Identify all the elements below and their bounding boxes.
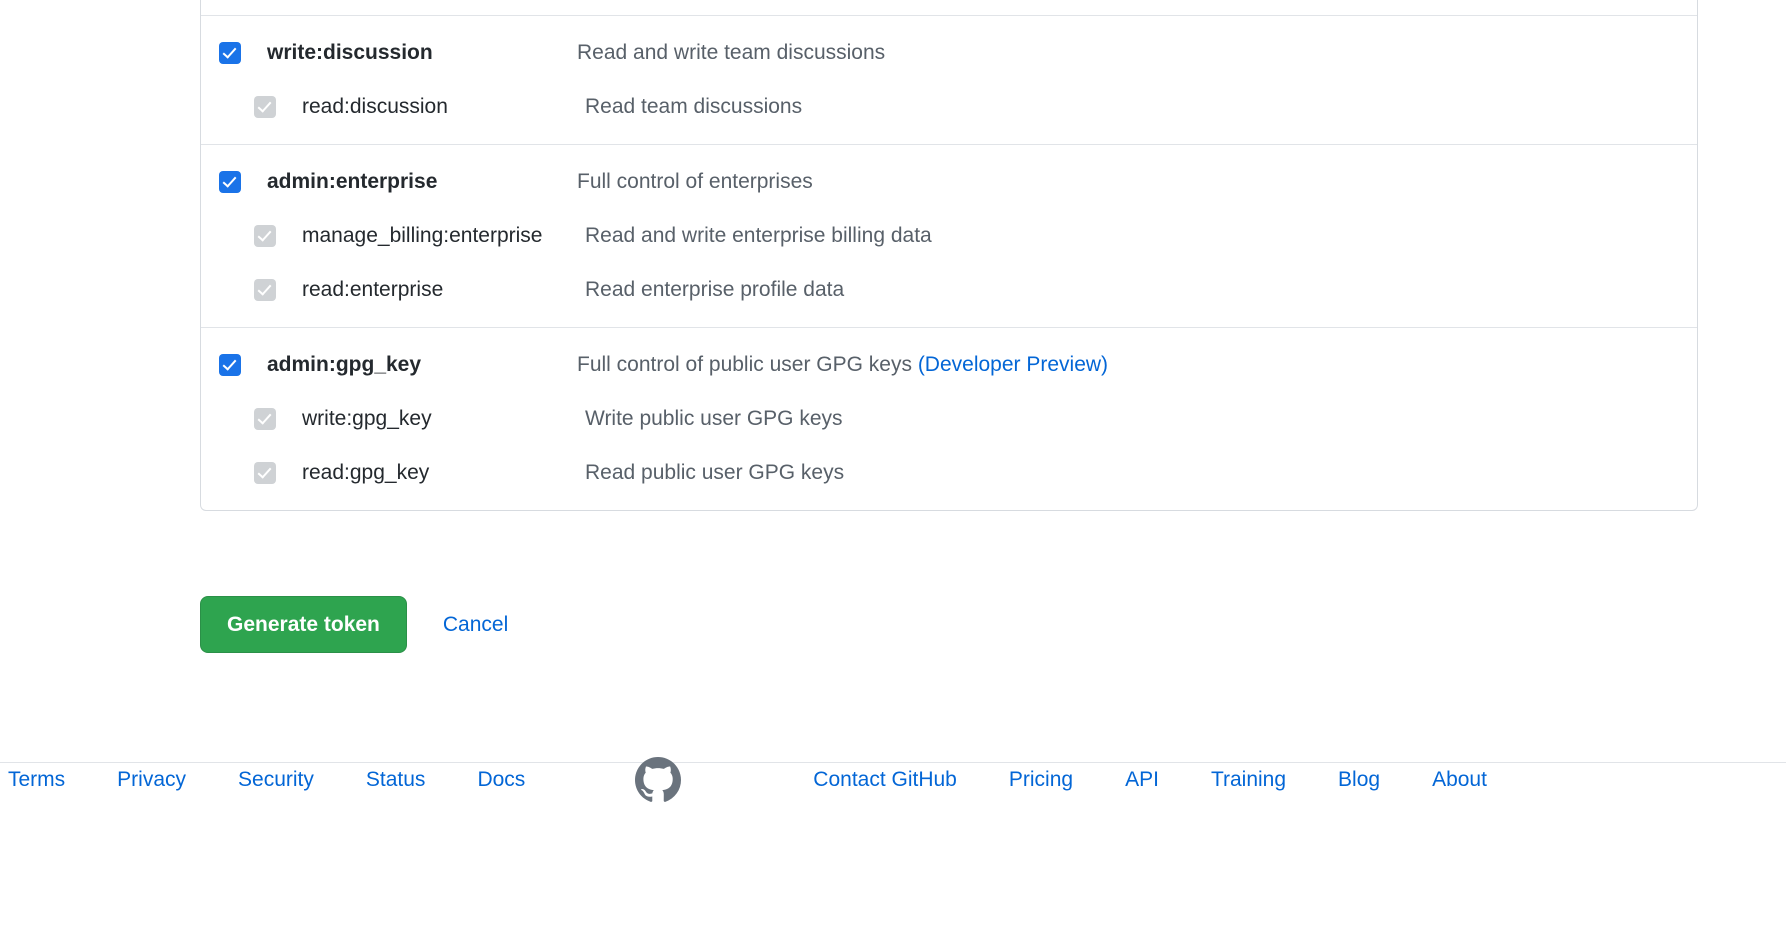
footer-links-left: Terms Privacy Security Status Docs — [8, 768, 577, 792]
scope-row[interactable]: delete_repoDelete repositories — [201, 0, 1697, 5]
scope-row[interactable]: read:discussion Read team discussions — [201, 80, 1697, 134]
scope-row[interactable]: write:discussion Read and write team disc… — [201, 26, 1697, 80]
footer-link-privacy[interactable]: Privacy — [117, 768, 186, 792]
scope-description: Read team discussions — [585, 95, 802, 119]
footer-link-blog[interactable]: Blog — [1338, 768, 1380, 792]
scope-row[interactable]: read:enterprise Read enterprise profile d… — [201, 263, 1697, 317]
footer-link-pricing[interactable]: Pricing — [1009, 768, 1073, 792]
checkbox-read:discussion — [254, 96, 276, 118]
scope-description-text: Read team discussions — [585, 95, 803, 118]
scopes-container: delete_repoDelete repositories write:disc… — [200, 0, 1698, 511]
footer-link-about[interactable]: About — [1432, 768, 1487, 792]
scope-description: Read enterprise profile data — [585, 278, 844, 302]
scope-row[interactable]: manage_billing:enterprise Read and write … — [201, 209, 1697, 263]
footer-link-status[interactable]: Status — [366, 768, 426, 792]
footer-link-api[interactable]: API — [1125, 768, 1159, 792]
scope-name: read:discussion — [302, 95, 448, 118]
scope-description-text: Read and write team discussions — [577, 41, 886, 64]
scope-row[interactable]: write:gpg_key Write public user GPG keys — [201, 392, 1697, 446]
checkbox-read:enterprise — [254, 279, 276, 301]
scope-description-text: Read and write enterprise billing data — [585, 224, 932, 247]
cancel-link[interactable]: Cancel — [443, 613, 508, 637]
scope-name: read:gpg_key — [302, 461, 430, 484]
site-footer: Terms Privacy Security Status Docs Contact G… — [0, 735, 1786, 945]
footer-link-terms[interactable]: Terms — [8, 768, 65, 792]
scope-description-text: Full control of enterprises — [577, 170, 813, 193]
footer-link-contact-github[interactable]: Contact GitHub — [813, 768, 957, 792]
footer-links-right: Contact GitHub Pricing API Training Blog Abou… — [813, 768, 1487, 792]
checkbox-write:discussion[interactable] — [219, 42, 241, 64]
scope-row[interactable]: read:gpg_key Read public user GPG keys — [201, 446, 1697, 500]
scope-name: write:gpg_key — [302, 407, 432, 430]
footer-link-docs[interactable]: Docs — [477, 768, 525, 792]
scope-group: admin:enterprise Full control of enterpri… — [201, 145, 1697, 328]
scope-description: Full control of public user GPG keys (De… — [577, 353, 1108, 377]
scope-group: delete_repoDelete repositories — [201, 0, 1697, 16]
scope-name: write:discussion — [267, 41, 433, 64]
scope-description-text: Write public user GPG keys — [585, 407, 843, 430]
scope-description: Read and write team discussions — [577, 41, 885, 65]
scope-row[interactable]: admin:enterprise Full control of enterpri… — [201, 155, 1697, 209]
footer-link-security[interactable]: Security — [238, 768, 314, 792]
checkbox-read:gpg_key — [254, 462, 276, 484]
scope-name: admin:enterprise — [267, 170, 438, 193]
developer-preview-link[interactable]: (Developer Preview) — [918, 353, 1108, 376]
scope-name: manage_billing:enterprise — [302, 224, 543, 247]
scope-description-text: Read enterprise profile data — [585, 278, 845, 301]
scope-description: Read and write enterprise billing data — [585, 224, 932, 248]
checkbox-admin:enterprise[interactable] — [219, 171, 241, 193]
scope-description-text: Read public user GPG keys — [585, 461, 845, 484]
scope-row[interactable]: admin:gpg_key Full control of public user… — [201, 338, 1697, 392]
scope-description: Write public user GPG keys — [585, 407, 843, 431]
checkbox-manage_billing:enterprise — [254, 225, 276, 247]
footer-link-training[interactable]: Training — [1211, 768, 1286, 792]
checkbox-write:gpg_key — [254, 408, 276, 430]
form-actions: Generate token Cancel — [200, 596, 508, 653]
scope-name: admin:gpg_key — [267, 353, 422, 376]
scope-name: read:enterprise — [302, 278, 444, 301]
scope-description: Full control of enterprises — [577, 170, 813, 194]
generate-token-button[interactable]: Generate token — [200, 596, 407, 653]
scope-group: admin:gpg_key Full control of public user… — [201, 328, 1697, 510]
scope-description: Read public user GPG keys — [585, 461, 844, 485]
scope-group: write:discussion Read and write team disc… — [201, 16, 1697, 145]
scope-description-text: Full control of public user GPG keys — [577, 353, 912, 376]
checkbox-admin:gpg_key[interactable] — [219, 354, 241, 376]
github-mark-icon — [635, 757, 682, 803]
